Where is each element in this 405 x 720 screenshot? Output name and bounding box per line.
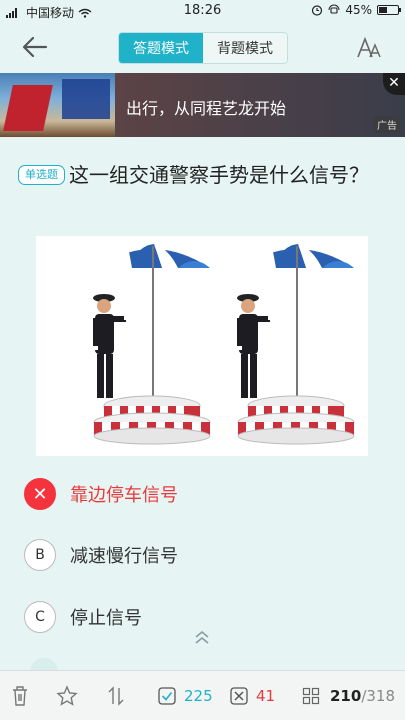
- wrong-count: 41: [256, 687, 276, 705]
- question: 单选题 这一组交通警察手势是什么信号？: [18, 160, 388, 190]
- mode-toggle: 答题模式 背题模式: [118, 32, 288, 64]
- correct-counter[interactable]: 225: [158, 684, 213, 708]
- correct-count: 225: [184, 687, 213, 705]
- police-figure-right: [237, 244, 355, 445]
- current-question: 210: [330, 687, 362, 705]
- option-a-text: 靠边停车信号: [70, 485, 178, 506]
- ad-close-icon[interactable]: ✕: [383, 73, 405, 95]
- header-bar: 答题模式 背题模式: [0, 22, 405, 72]
- font-size-icon[interactable]: [356, 36, 382, 60]
- total-questions: /318: [361, 687, 395, 705]
- battery-icon: [377, 5, 401, 15]
- star-icon[interactable]: [56, 684, 78, 708]
- status-right: 45%: [311, 3, 401, 17]
- grid-icon: [302, 687, 320, 705]
- option-b-text: 减速慢行信号: [70, 546, 178, 567]
- ad-logo-graphic: [62, 79, 110, 119]
- bottom-toolbar: 225 41 210/318: [0, 670, 405, 720]
- alarm-icon: [312, 5, 323, 16]
- tab-answer-mode[interactable]: 答题模式: [119, 33, 203, 63]
- option-c-text: 停止信号: [70, 608, 142, 629]
- question-image: [36, 236, 368, 456]
- option-b[interactable]: B 减速慢行信号: [24, 538, 384, 572]
- status-bar: 中国移动 18:26 45%: [0, 0, 405, 22]
- wrong-x-icon: [230, 687, 248, 705]
- ad-text: 出行，从同程艺龙开始: [126, 99, 287, 118]
- option-b-marker: B: [24, 539, 56, 571]
- wrong-counter[interactable]: 41: [230, 684, 275, 708]
- question-type-badge: 单选题: [18, 165, 65, 185]
- expand-up-icon[interactable]: [190, 628, 214, 648]
- rotation-lock-icon: [328, 4, 340, 14]
- ad-flag-graphic: [3, 85, 53, 131]
- tab-review-mode[interactable]: 背题模式: [203, 33, 287, 63]
- police-figure-left: [93, 244, 211, 445]
- ad-banner[interactable]: 出行，从同程艺龙开始 ✕ 广告: [0, 73, 405, 137]
- sort-icon[interactable]: [106, 684, 126, 708]
- option-a[interactable]: ✕ 靠边停车信号: [24, 477, 384, 511]
- wrong-mark-icon: ✕: [24, 478, 56, 510]
- progress-counter[interactable]: 210/318: [302, 684, 395, 708]
- delete-icon[interactable]: [10, 684, 30, 708]
- battery-percent: 45%: [345, 3, 372, 17]
- question-text: 这一组交通警察手势是什么信号？: [69, 163, 369, 187]
- correct-check-icon: [158, 687, 176, 705]
- back-arrow-icon[interactable]: [20, 32, 50, 62]
- ad-thumbnail: [0, 73, 115, 137]
- option-c-marker: C: [24, 601, 56, 633]
- ad-tag: 广告: [374, 116, 400, 133]
